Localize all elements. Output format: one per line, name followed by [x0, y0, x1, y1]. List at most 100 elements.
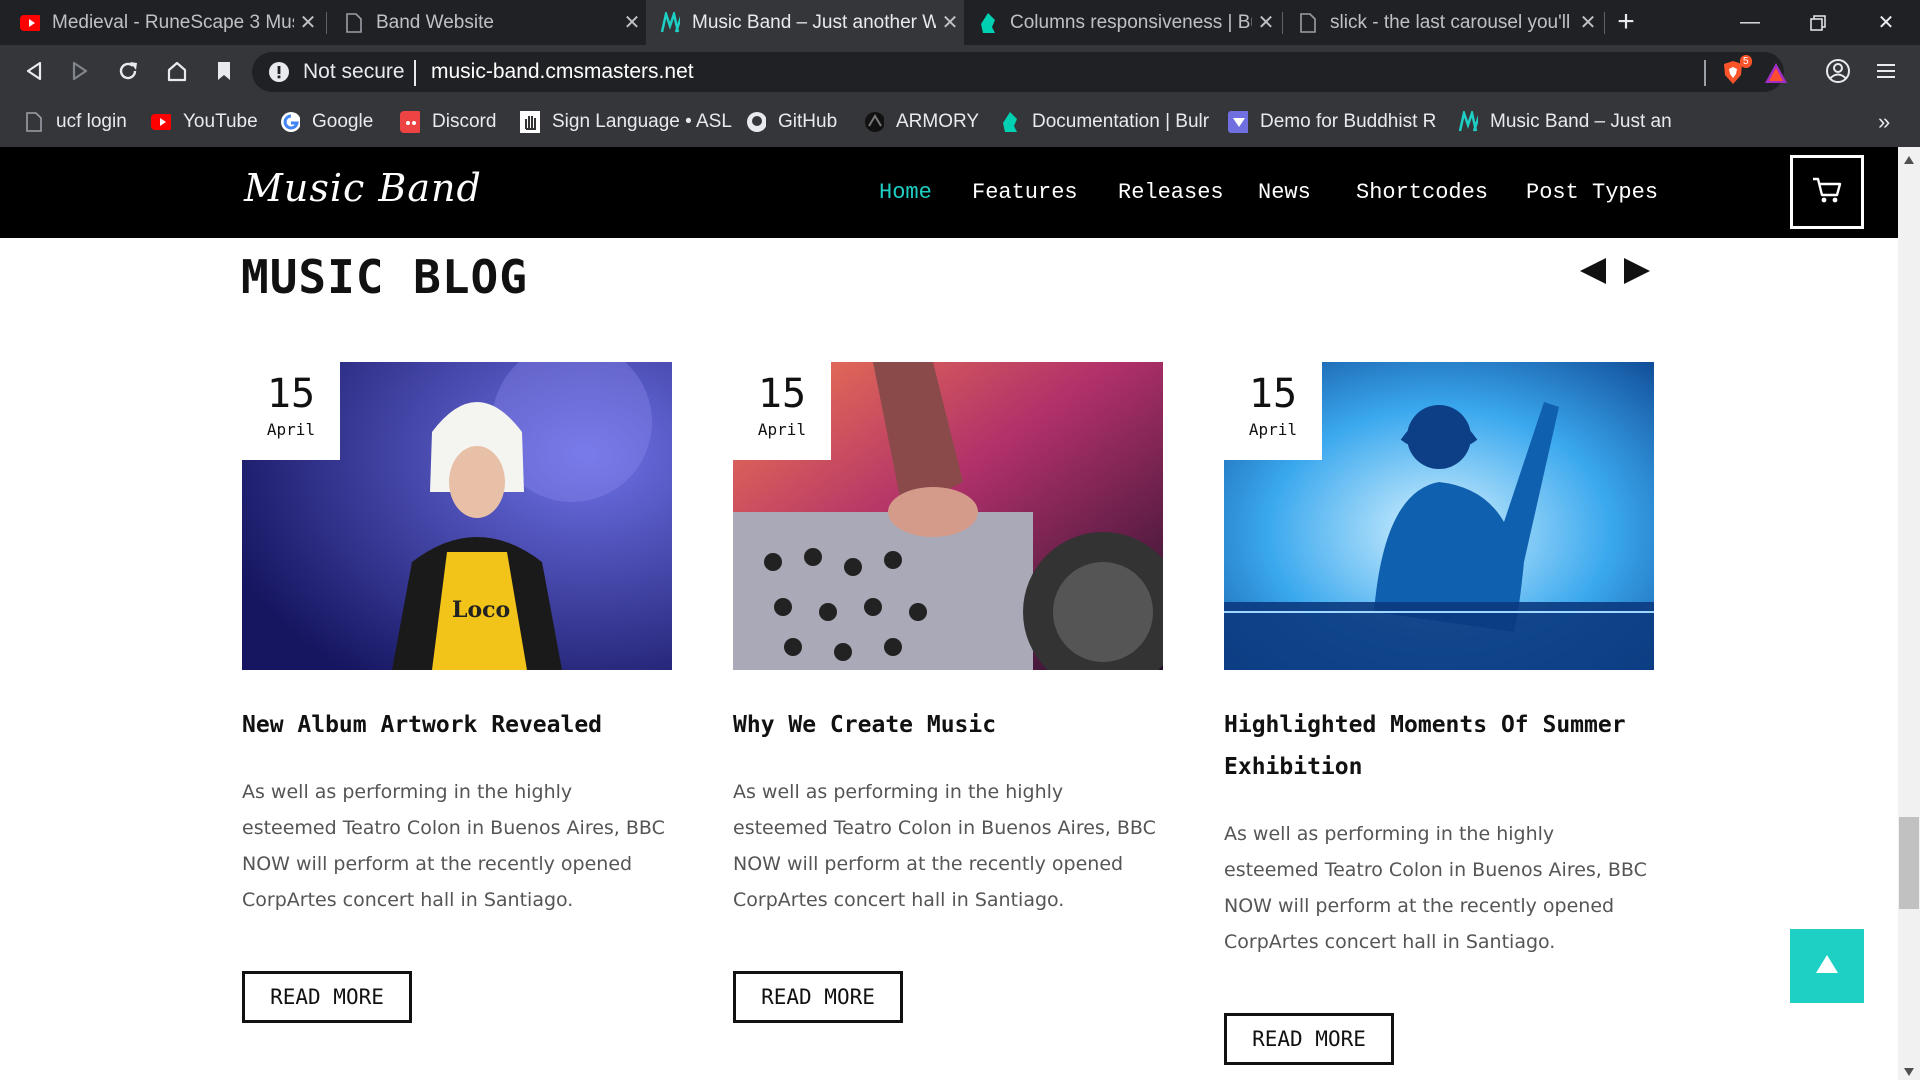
nav-shortcodes[interactable]: Shortcodes — [1356, 180, 1488, 205]
bookmark-item[interactable]: Demo for Buddhist R — [1228, 97, 1436, 147]
page-icon — [1298, 12, 1318, 33]
window-close-icon[interactable]: ✕ — [1852, 0, 1920, 45]
bookmark-item[interactable]: Music Band – Just an — [1458, 97, 1672, 147]
bookmark-label: Demo for Buddhist R — [1260, 111, 1437, 132]
bookmark-item[interactable]: YouTube — [151, 97, 258, 147]
post-month: April — [757, 420, 807, 439]
tab-title: Columns responsiveness | Bul — [1010, 11, 1252, 33]
home-icon[interactable] — [157, 45, 197, 97]
bookmark-item[interactable]: GitHub — [746, 97, 837, 147]
post-day: 15 — [757, 371, 807, 417]
post-title[interactable]: New Album Artwork Revealed — [242, 704, 682, 746]
tab-close-icon[interactable]: ✕ — [936, 10, 964, 35]
post-excerpt: As well as performing in the highly este… — [733, 781, 1156, 911]
info-icon[interactable] — [268, 61, 290, 88]
post-date: 15 April — [242, 362, 340, 460]
cart-icon — [1811, 175, 1843, 210]
security-label: Not secure — [303, 60, 405, 83]
post-day: 15 — [266, 371, 316, 417]
tab-close-icon[interactable]: ✕ — [1574, 10, 1602, 35]
post-date: 15 April — [1224, 362, 1322, 460]
read-more-button[interactable]: READ MORE — [1224, 1013, 1394, 1065]
reload-icon[interactable] — [108, 45, 148, 97]
bookmark-label: GitHub — [778, 111, 838, 132]
tab-close-icon[interactable]: ✕ — [294, 10, 322, 35]
carousel-prev-button[interactable] — [1578, 256, 1608, 291]
tab-close-icon[interactable]: ✕ — [618, 10, 646, 35]
divider — [1704, 60, 1706, 86]
tab-separator — [326, 12, 327, 34]
brave-rewards-icon[interactable] — [1764, 62, 1788, 89]
browser-tab[interactable]: slick - the last carousel you'll ✕ — [1284, 0, 1602, 45]
scroll-down-arrow-icon[interactable] — [1903, 1064, 1915, 1082]
read-more-button[interactable]: READ MORE — [242, 971, 412, 1023]
tab-close-icon[interactable]: ✕ — [1252, 10, 1280, 35]
bookmark-label: ucf login — [56, 111, 127, 132]
browser-tab[interactable]: Band Website ✕ — [330, 0, 646, 45]
bulma-icon — [978, 12, 998, 33]
read-more-button[interactable]: READ MORE — [733, 971, 903, 1023]
tab-title: Medieval - RuneScape 3 Musi — [52, 11, 294, 33]
post-month: April — [1248, 420, 1298, 439]
back-icon[interactable] — [14, 45, 54, 97]
musicband-icon — [660, 11, 680, 33]
asl-icon — [520, 111, 540, 133]
forward-icon[interactable] — [60, 45, 100, 97]
nav-features[interactable]: Features — [972, 180, 1078, 205]
tab-title: slick - the last carousel you'll — [1330, 11, 1571, 33]
bookmark-item[interactable]: Discord — [400, 97, 496, 147]
divider — [414, 60, 416, 86]
nav-releases[interactable]: Releases — [1118, 180, 1224, 205]
new-tab-button[interactable]: + — [1608, 4, 1644, 40]
bookmark-label: Discord — [432, 111, 497, 132]
post-excerpt: As well as performing in the highly este… — [1224, 823, 1647, 953]
scroll-up-arrow-icon[interactable] — [1903, 152, 1915, 170]
bookmark-item[interactable]: ucf login — [24, 97, 127, 147]
youtube-icon — [20, 13, 40, 33]
github-icon — [746, 112, 766, 132]
svg-text:Loco: Loco — [452, 597, 510, 623]
brave-badge: 5 — [1740, 55, 1752, 68]
arrow-right-icon — [1622, 258, 1652, 290]
bulma-icon — [1000, 112, 1020, 132]
blog-heading: MUSIC BLOG — [241, 250, 528, 304]
discord-icon — [400, 111, 420, 133]
bookmark-item[interactable]: Google — [280, 97, 373, 147]
bookmark-item[interactable]: Sign Language • ASL — [520, 97, 732, 147]
tab-separator — [1604, 12, 1605, 34]
page-scrollbar[interactable] — [1898, 147, 1920, 1080]
menu-icon[interactable] — [1866, 45, 1906, 97]
post-date: 15 April — [733, 362, 831, 460]
bookmark-icon[interactable] — [204, 45, 244, 97]
page-icon — [24, 112, 44, 132]
armory-icon — [864, 112, 884, 132]
bookmark-item[interactable]: ARMORY — [864, 97, 979, 147]
url-text[interactable]: music-band.cmsmasters.net — [431, 60, 694, 84]
back-to-top-button[interactable] — [1790, 929, 1864, 1003]
post-title[interactable]: Highlighted Moments Of Summer Exhibition — [1224, 704, 1664, 788]
tab-title: Band Website — [376, 11, 494, 33]
site-logo[interactable]: Music Band — [244, 166, 482, 210]
tab-title: Music Band – Just another W — [692, 11, 936, 33]
bookmark-label: YouTube — [183, 111, 258, 132]
bookmark-label: Sign Language • ASL — [552, 111, 732, 132]
more-bookmarks-button[interactable]: » — [1878, 97, 1890, 147]
bookmark-label: Google — [312, 111, 374, 132]
carousel-next-button[interactable] — [1622, 256, 1652, 291]
browser-tab-active[interactable]: Music Band – Just another W ✕ — [646, 0, 964, 45]
scrollbar-thumb[interactable] — [1899, 817, 1919, 909]
restore-icon[interactable] — [1784, 0, 1852, 45]
nav-post-types[interactable]: Post Types — [1526, 180, 1658, 205]
nav-news[interactable]: News — [1258, 180, 1311, 205]
nav-home[interactable]: Home — [879, 180, 932, 205]
tab-separator — [1282, 12, 1283, 34]
browser-tab[interactable]: Medieval - RuneScape 3 Musi ✕ — [6, 0, 322, 45]
cart-button[interactable] — [1790, 155, 1864, 229]
profile-icon[interactable] — [1818, 45, 1858, 97]
bookmark-item[interactable]: Documentation | Bulr — [1000, 97, 1209, 147]
bookmark-label: Music Band – Just an — [1490, 111, 1672, 132]
post-title[interactable]: Why We Create Music — [733, 704, 1173, 746]
post-day: 15 — [1248, 371, 1298, 417]
browser-tab[interactable]: Columns responsiveness | Bul ✕ — [964, 0, 1280, 45]
minimize-icon[interactable]: — — [1716, 0, 1784, 45]
